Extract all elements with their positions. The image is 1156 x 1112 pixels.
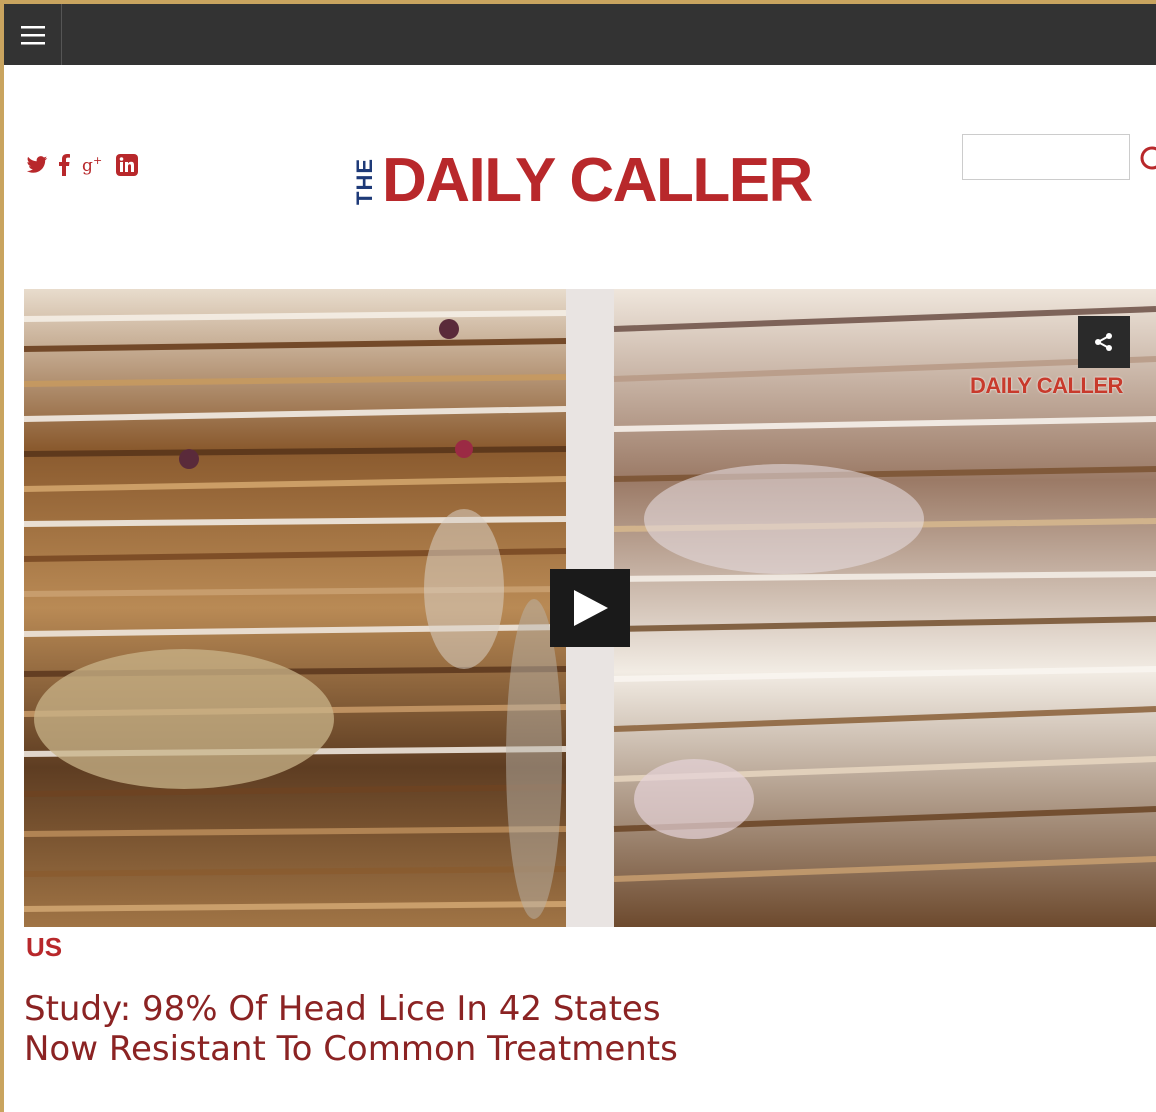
play-button[interactable] — [550, 569, 630, 647]
facebook-icon[interactable] — [58, 154, 70, 176]
search-input[interactable] — [962, 134, 1130, 180]
play-icon — [574, 590, 608, 626]
video-player[interactable]: DAILY CALLER — [24, 289, 1156, 927]
video-watermark: DAILY CALLER — [970, 373, 1123, 398]
share-icon — [1095, 333, 1112, 351]
svg-text:g: g — [82, 156, 93, 176]
linkedin-icon[interactable] — [116, 154, 138, 176]
share-button[interactable] — [1078, 316, 1130, 368]
site-logo[interactable]: THE DAILY CALLER — [352, 146, 813, 216]
article-category[interactable]: US — [26, 932, 62, 963]
search-icon[interactable] — [1136, 144, 1156, 179]
top-navbar — [4, 4, 1156, 65]
logo-name: DAILY CALLER — [382, 146, 813, 215]
svg-text:+: + — [93, 154, 102, 167]
page: g + THE DAILY CALLER DAILY CALLER US Stu… — [4, 4, 1156, 1112]
logo-the: THE — [352, 157, 377, 205]
google-plus-icon[interactable]: g + — [80, 154, 106, 176]
social-links: g + — [26, 154, 138, 176]
twitter-icon[interactable] — [26, 155, 48, 175]
article-headline[interactable]: Study: 98% Of Head Lice In 42 States Now… — [24, 989, 704, 1069]
hamburger-menu-icon — [20, 25, 45, 44]
menu-button[interactable] — [4, 4, 62, 65]
